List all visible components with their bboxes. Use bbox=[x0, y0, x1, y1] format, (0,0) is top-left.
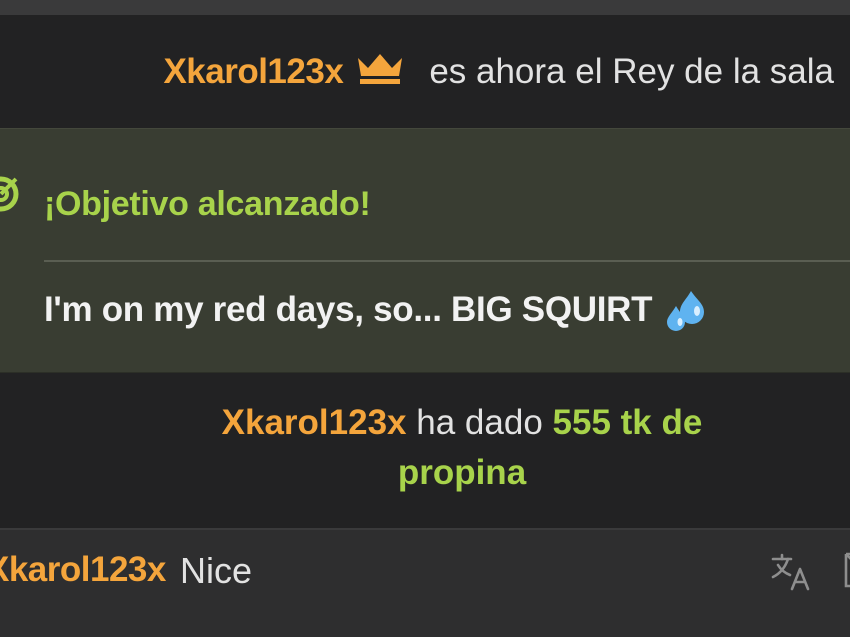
king-username[interactable]: Xkarol123x bbox=[163, 52, 343, 92]
goal-title: ¡Objetivo alcanzado! bbox=[44, 185, 371, 223]
previous-message-edge bbox=[0, 0, 850, 15]
king-notice-text: es ahora el Rey de la sala bbox=[429, 51, 834, 91]
chat-message: Xkarol123x Nice bbox=[0, 528, 850, 637]
tip-notice-line: Xkarol123x ha dado 555 tk de bbox=[0, 403, 850, 443]
tip-text: ha dado bbox=[416, 403, 543, 442]
tip-notice-line-2: propina bbox=[0, 453, 850, 493]
tip-notice: Xkarol123x ha dado 555 tk de propina bbox=[0, 373, 850, 528]
crown-icon bbox=[358, 53, 403, 84]
chat-feed: Xkarol123x es ahora el Rey de la sala ¡O… bbox=[0, 0, 850, 637]
goal-message: I'm on my red days, so... BIG SQUIRT bbox=[44, 288, 708, 332]
goal-reached-panel: ¡Objetivo alcanzado! I'm on my red days,… bbox=[0, 128, 850, 373]
king-notice: Xkarol123x es ahora el Rey de la sala bbox=[0, 15, 850, 128]
sweat-droplets-icon bbox=[667, 291, 705, 331]
goal-target-icon bbox=[0, 176, 19, 212]
message-text: Nice bbox=[180, 550, 253, 591]
goal-divider bbox=[44, 260, 850, 262]
tip-suffix: propina bbox=[397, 453, 527, 492]
translate-icon[interactable] bbox=[770, 552, 814, 592]
tip-amount: 555 tk de bbox=[552, 403, 703, 442]
tip-username[interactable]: Xkarol123x bbox=[222, 403, 407, 442]
message-username[interactable]: Xkarol123x bbox=[0, 550, 166, 590]
goal-message-text: I'm on my red days, so... BIG SQUIRT bbox=[44, 290, 653, 329]
copy-icon[interactable] bbox=[838, 548, 850, 592]
